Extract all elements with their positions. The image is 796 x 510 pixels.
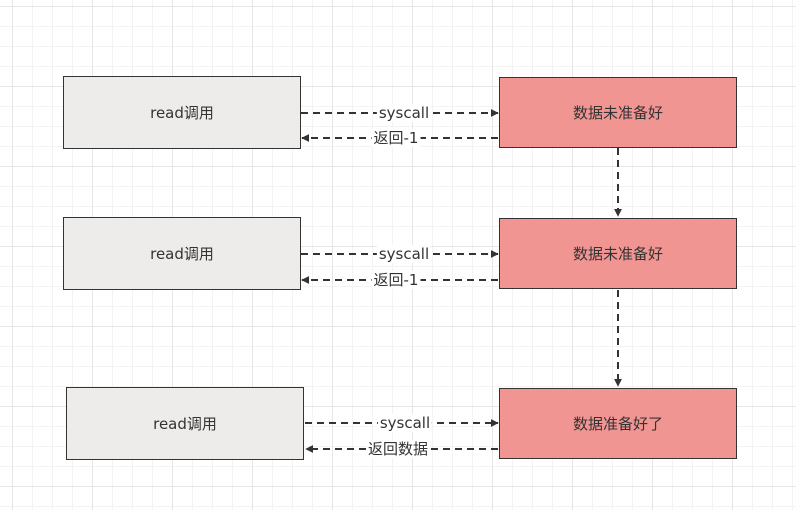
return-label-1: 返回-1 <box>371 129 421 147</box>
read-call-box-1: read调用 <box>63 76 301 149</box>
read-call-box-2: read调用 <box>63 217 301 290</box>
return-data-label: 返回数据 <box>365 440 431 458</box>
return-label-2: 返回-1 <box>371 271 421 289</box>
data-ready-box: 数据准备好了 <box>499 388 737 459</box>
syscall-label-1: syscall <box>376 104 432 122</box>
read-call-box-3: read调用 <box>66 387 304 460</box>
syscall-label-2: syscall <box>376 245 432 263</box>
data-not-ready-box-1: 数据未准备好 <box>499 77 737 148</box>
syscall-label-3: syscall <box>377 414 433 432</box>
data-not-ready-box-2: 数据未准备好 <box>499 218 737 289</box>
